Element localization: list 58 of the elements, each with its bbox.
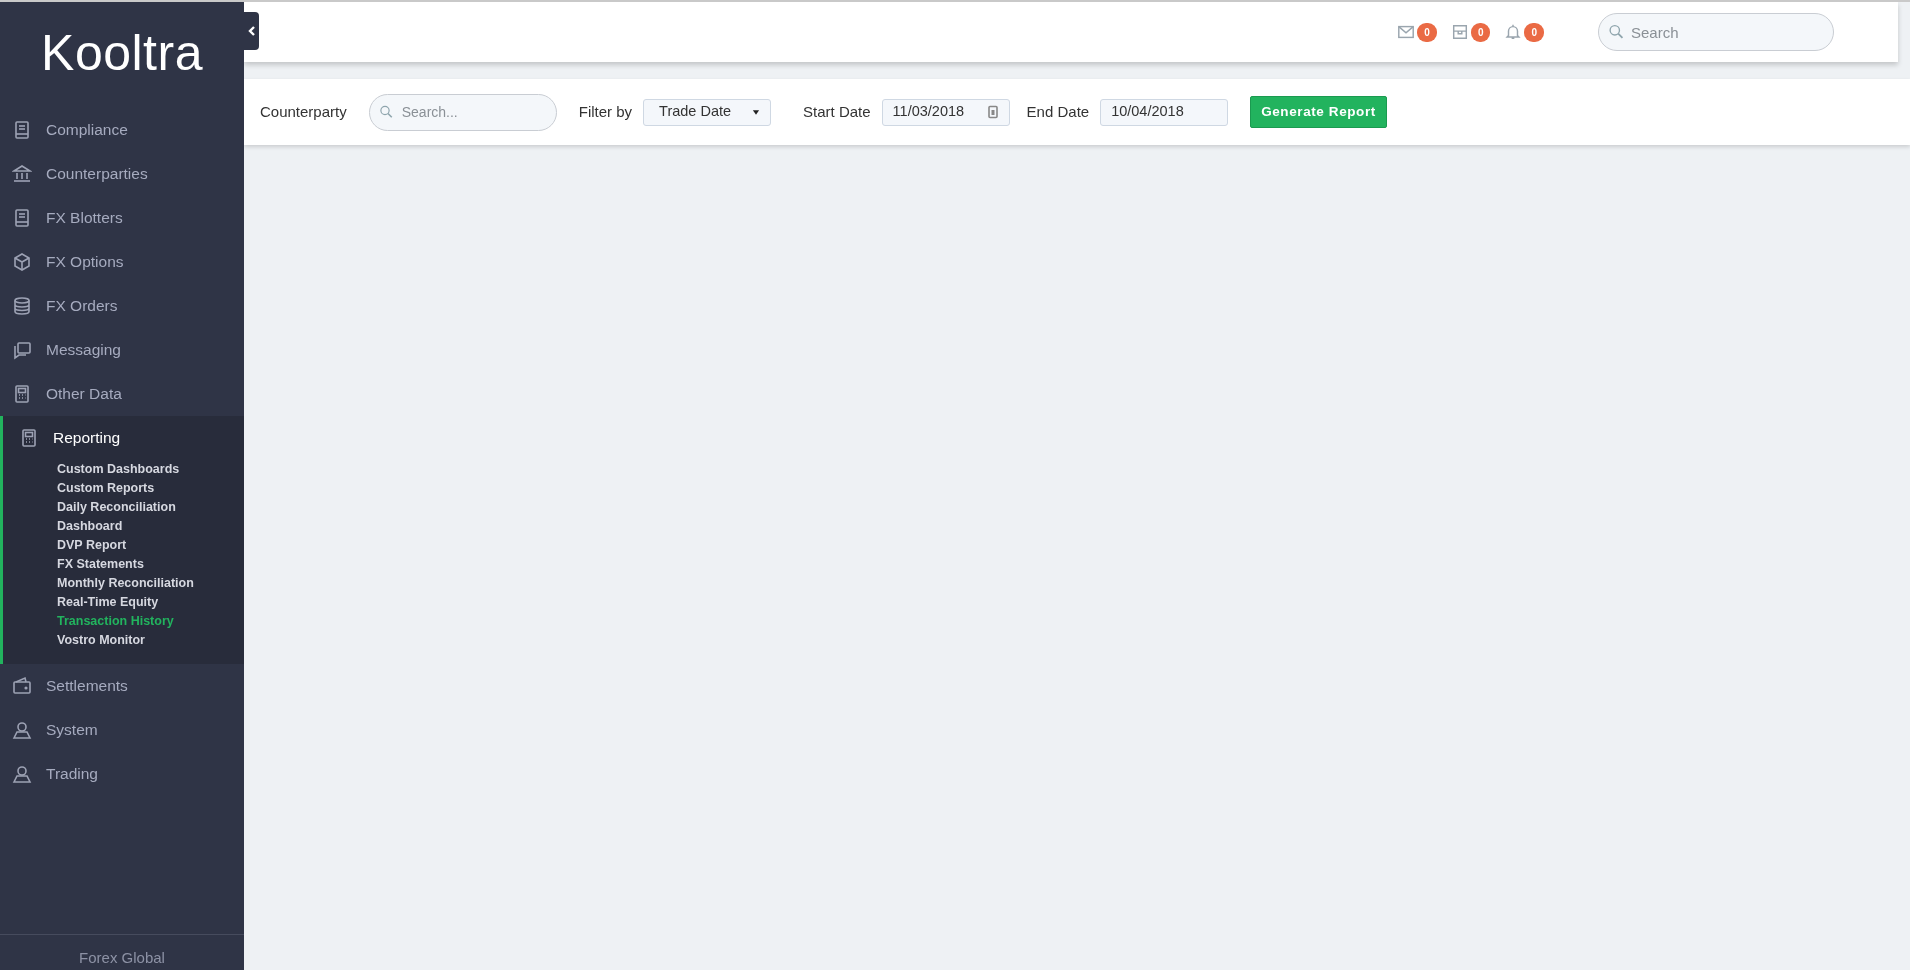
sidebar-item[interactable]: Trading [0,752,244,796]
cube-icon [12,252,32,272]
person-icon [12,720,32,740]
date-value: 10/04/2018 [1111,102,1184,122]
sidebar-item[interactable]: Reporting [3,416,244,460]
sidebar-item[interactable]: FX Options [0,240,244,284]
calculator-icon [19,428,39,448]
footer-text: Forex Global [0,934,244,970]
count-badge: 0 [1470,22,1491,42]
sidebar-item[interactable]: FX Orders [0,284,244,328]
sidebar-item[interactable]: FX Blotters [0,196,244,240]
date-value: 11/03/2018 [892,102,965,122]
calendar-icon [986,105,999,119]
wallet-icon [12,676,32,696]
submenu-item[interactable]: Real-Time Equity [3,593,159,612]
field-label: Start Date [803,101,871,122]
submenu-item[interactable]: FX Statements [3,555,144,574]
count-badge: 0 [1417,22,1437,42]
sidebar-item[interactable]: Compliance [0,108,244,152]
field-label: End Date [1026,101,1090,122]
search-field[interactable]: Search [1598,13,1834,51]
sidebar-item[interactable]: Messaging [0,328,244,372]
sidebar-item[interactable]: System [0,708,244,752]
counterparty-search-field[interactable]: Search... [368,93,557,131]
end-date-field[interactable]: 10/04/2018 [1100,98,1229,126]
start-date-field[interactable]: 11/03/2018 [881,98,1010,126]
logo: Kooltra [40,24,204,83]
caret-icon [752,108,761,116]
submenu-item[interactable]: Dashboard [3,517,123,536]
dropdown-value: Trade Date [659,102,732,122]
submenu-item[interactable]: Custom Dashboards [3,460,180,479]
database-icon [12,296,32,316]
count-badge: 0 [1524,22,1544,42]
calculator-icon [12,384,32,404]
submenu-item[interactable]: Daily Reconciliation [3,498,176,517]
chevron-left-icon [247,25,256,37]
submenu-item[interactable]: DVP Report [3,536,127,555]
field-label: Counterparty [260,101,347,122]
collapse-button[interactable] [244,12,259,50]
submenu-item[interactable]: Monthly Reconciliation [3,574,194,593]
bank-icon [12,164,32,184]
book-icon [12,120,32,140]
field-label: Filter by [578,101,633,122]
sidebar-item[interactable]: Other Data [0,372,244,416]
sidebar-item[interactable]: Settlements [0,664,244,708]
submenu-item[interactable]: Custom Reports [3,479,155,498]
book-icon [12,208,32,228]
inbox-icon [1450,23,1469,41]
search-icon [1608,23,1625,41]
filter-dropdown[interactable]: Trade Date [643,98,772,126]
bell-icon [1504,23,1523,41]
person-icon [12,764,32,784]
submenu-item[interactable]: Transaction History [3,612,174,631]
sidebar-item[interactable]: Counterparties [0,152,244,196]
chat-icon [12,340,32,360]
submenu-item[interactable]: Vostro Monitor [3,631,145,650]
mail-icon [1397,23,1416,41]
search-icon [378,104,394,120]
